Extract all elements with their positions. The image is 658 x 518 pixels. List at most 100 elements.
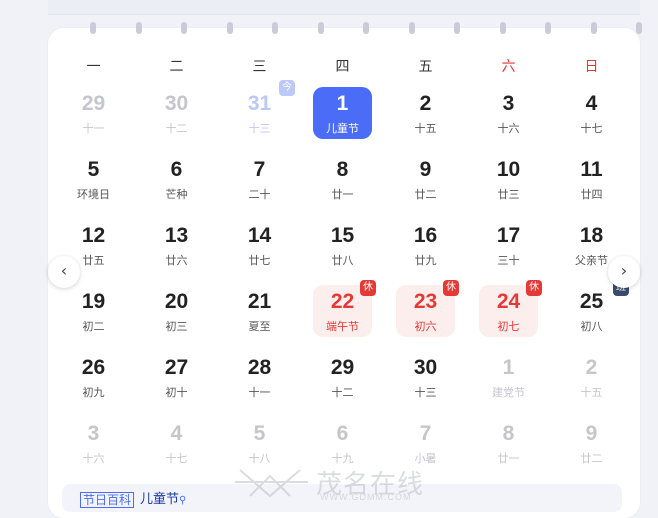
binder-ring [272,22,278,34]
lunar-date: 十五 [580,386,603,399]
lunar-date: 初六 [414,320,437,333]
calendar-day[interactable]: 22 端午节休 [301,280,384,350]
calendar-day[interactable]: 14 廿七 [218,218,301,284]
calendar-day[interactable]: 29 十一 [52,86,135,152]
day-number: 13 [164,224,189,247]
lunar-date: 廿四 [580,188,603,201]
day-number: 12 [81,224,106,247]
lunar-date: 十五 [414,122,437,135]
day-number: 15 [330,224,355,247]
lunar-date: 十六 [497,122,520,135]
calendar-day[interactable]: 21 夏至 [218,284,301,350]
calendar-day[interactable]: 24 初七休 [467,280,550,350]
calendar-day[interactable]: 2 十五 [550,350,633,416]
lunar-date: 芒种 [165,188,188,201]
calendar-day[interactable]: 8 廿一 [301,152,384,218]
calendar-day[interactable]: 1 儿童节 [301,86,384,152]
calendar-day[interactable]: 25初八班 [550,280,633,350]
day-number: 26 [81,356,106,379]
binder-ring [226,22,233,34]
binder-rings [48,22,642,36]
calendar-day[interactable]: 29 十二 [301,350,384,416]
calendar-day[interactable]: 28 十一 [218,350,301,416]
calendar-day[interactable]: 11 廿四 [550,152,633,218]
rest-badge: 休 [526,280,542,296]
lunar-date: 廿六 [165,254,188,267]
week-row: 5 环境日 6 芒种 7 二十 8 廿一 9 廿二 10 廿三 11 廿四 [52,152,636,218]
calendar-day[interactable]: 23 初六休 [384,280,467,350]
day-number: 9 [419,158,432,181]
binder-ring [317,22,324,34]
weekday-label: 五 [418,59,433,75]
calendar-day[interactable]: 9 廿二 [550,416,633,482]
calendar-day[interactable]: 15 廿八 [301,218,384,284]
lunar-date: 二十 [248,188,271,201]
holiday-link[interactable]: 儿童节⚲ [140,492,186,509]
day-number: 6 [336,422,349,445]
day-number: 2 [585,356,598,379]
lunar-date: 廿三 [497,188,520,201]
rest-badge: 休 [360,280,376,296]
calendar-day[interactable]: 2 十五 [384,86,467,152]
calendar-day[interactable]: 17 三十 [467,218,550,284]
calendar-day[interactable]: 27 初十 [135,350,218,416]
day-number: 29 [330,356,355,379]
binder-ring [545,22,551,34]
weekday-label: 四 [335,59,350,75]
day-number: 16 [413,224,438,247]
watermark-logo [235,469,308,498]
lunar-date: 初三 [165,320,188,333]
binder-ring [454,22,460,34]
search-icon: ⚲ [179,495,187,506]
day-number: 19 [81,290,106,313]
binder-ring [363,22,369,34]
binder-ring [181,22,187,34]
day-number: 10 [496,158,521,181]
next-month-button[interactable]: › [608,256,640,288]
weekday-label: 六 [501,59,516,75]
day-number: 30 [164,92,189,115]
calendar-day[interactable]: 19 初二 [52,284,135,350]
calendar-day[interactable]: 3 十六 [52,416,135,482]
holiday-name: 儿童节 [140,492,180,507]
calendar-day[interactable]: 26 初九 [52,350,135,416]
week-row: 26 初九 27 初十 28 十一 29 十二 30 十三 1 建党节 2 十五 [52,350,636,416]
rest-badge: 休 [443,280,459,296]
calendar-day[interactable]: 30 十二 [135,86,218,152]
calendar-day[interactable]: 13 廿六 [135,218,218,284]
watermark: 茂名在线 WWW.GDMM.COM [230,462,440,504]
lunar-date: 十二 [331,386,354,399]
calendar-day[interactable]: 9 廿二 [384,152,467,218]
lunar-date: 十七 [580,122,603,135]
calendar-day[interactable]: 4 十七 [135,416,218,482]
calendar-day[interactable]: 7 二十 [218,152,301,218]
calendar-day[interactable]: 20 初三 [135,284,218,350]
day-number: 4 [170,422,183,445]
day-number: 8 [336,158,349,181]
calendar-day[interactable]: 5 环境日 [52,152,135,218]
today-badge: 今 [279,80,295,96]
prev-month-button[interactable]: ‹ [48,256,80,288]
week-row: 29 十一 30 十二 31 十三今 1 儿童节 2 十五 3 十六 4 十七 [52,80,636,152]
lunar-date: 廿二 [580,452,603,465]
calendar-day[interactable]: 3 十六 [467,86,550,152]
lunar-date: 廿一 [331,188,354,201]
day-number: 27 [164,356,189,379]
binder-ring [499,22,506,34]
calendar-day[interactable]: 10 廿三 [467,152,550,218]
weekday-header: 一二三四五六日 [52,56,636,76]
calendar-day[interactable]: 8 廿一 [467,416,550,482]
day-number: 14 [247,224,272,247]
calendar-day[interactable]: 4 十七 [550,86,633,152]
calendar-day[interactable]: 30 十三 [384,350,467,416]
calendar-day[interactable]: 16 廿九 [384,218,467,284]
calendar-day[interactable]: 31 十三今 [218,80,301,152]
day-number: 21 [247,290,272,313]
day-number: 29 [81,92,106,115]
day-number: 1 [502,356,515,379]
calendar-day[interactable]: 1 建党节 [467,350,550,416]
lunar-date: 初八 [580,320,603,333]
calendar-day[interactable]: 6 芒种 [135,152,218,218]
week-row: 19初二20初三21夏至22端午节休23初六休24初七休25初八班 [52,280,636,350]
lunar-date: 十一 [82,122,105,135]
